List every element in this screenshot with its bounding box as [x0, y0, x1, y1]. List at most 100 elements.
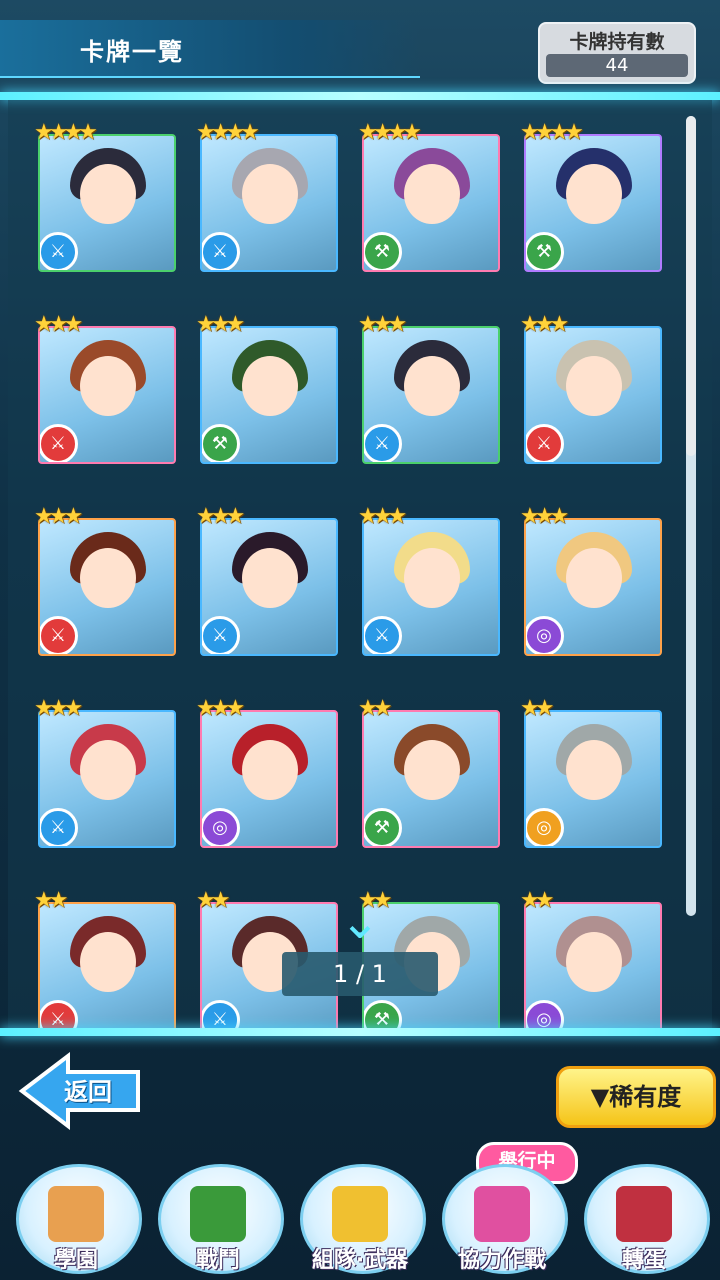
weapon-type-icon: ⚔ — [202, 232, 240, 270]
card-art: ⚔ — [362, 518, 500, 656]
rarity-stars: ★★★ — [196, 504, 245, 529]
rarity-stars: ★★★ — [196, 696, 245, 721]
card-art: ⚔ — [200, 518, 338, 656]
rarity-stars: ★★★★ — [358, 120, 422, 145]
card-item[interactable]: ⚔ ★★ — [34, 888, 176, 1028]
card-art: ⚔ — [38, 710, 176, 848]
weapon-type-icon: ⚔ — [40, 616, 78, 654]
rarity-stars: ★★★ — [520, 312, 569, 337]
nav-battle-button[interactable]: 戰鬥 — [154, 1160, 284, 1280]
nav-team-weapon-button[interactable]: 組隊·武器 — [296, 1160, 426, 1280]
nav-school-button[interactable]: 學園 — [12, 1160, 142, 1280]
character-face — [404, 164, 460, 224]
card-art: ⚒ — [200, 326, 338, 464]
card-item[interactable]: ◎ ★★ — [520, 888, 662, 1028]
scroll-thumb[interactable] — [686, 116, 696, 456]
weapon-type-icon: ⚒ — [526, 232, 564, 270]
weapon-type-icon: ⚔ — [40, 808, 78, 846]
bottom-divider — [0, 1028, 720, 1036]
card-item[interactable]: ⚔ ★★★ — [34, 696, 176, 848]
character-face — [404, 548, 460, 608]
character-face — [566, 740, 622, 800]
weapon-type-icon: ⚒ — [364, 1000, 402, 1028]
card-item[interactable]: ◎ ★★ — [520, 696, 662, 848]
rarity-sort-button[interactable]: ▼稀有度 — [556, 1066, 716, 1128]
card-item[interactable]: ◎ ★★★ — [196, 696, 338, 848]
rarity-stars: ★★★ — [520, 504, 569, 529]
weapon-type-icon: ⚔ — [40, 1000, 78, 1028]
weapon-type-icon: ⚒ — [364, 232, 402, 270]
weapon-type-icon: ◎ — [526, 1000, 564, 1028]
card-art: ◎ — [524, 710, 662, 848]
card-item[interactable]: ⚔ ★★★★ — [34, 120, 176, 272]
nav-gacha-button[interactable]: 轉蛋 — [580, 1160, 710, 1280]
weapon-type-icon: ⚔ — [40, 424, 78, 462]
header-bar: 卡牌一覽 — [0, 20, 420, 78]
character-face — [566, 356, 622, 416]
card-item[interactable]: ⚔ ★★★ — [196, 504, 338, 656]
character-face — [80, 740, 136, 800]
character-face — [404, 740, 460, 800]
card-art: ⚔ — [38, 134, 176, 272]
card-item[interactable]: ⚒ ★★ — [358, 696, 500, 848]
page-indicator: 1 / 1 — [282, 952, 438, 996]
card-item[interactable]: ⚒ ★★★★ — [358, 120, 500, 272]
weapon-type-icon: ⚔ — [364, 424, 402, 462]
card-art: ⚔ — [38, 326, 176, 464]
character-face — [80, 548, 136, 608]
top-divider — [0, 92, 720, 100]
nav-label: 組隊·武器 — [311, 1248, 409, 1273]
character-face — [80, 932, 136, 992]
card-item[interactable]: ⚔ ★★★ — [34, 504, 176, 656]
rarity-stars: ★★ — [358, 696, 393, 721]
character-face — [242, 548, 298, 608]
holding-value: 44 — [546, 54, 688, 77]
rarity-stars: ★★★ — [358, 504, 407, 529]
rarity-stars: ★★★ — [34, 696, 83, 721]
nav-label: 學園 — [53, 1248, 98, 1273]
card-item[interactable]: ⚔ ★★★★ — [196, 120, 338, 272]
card-item[interactable]: ◎ ★★★ — [520, 504, 662, 656]
nav-coop-button[interactable]: 協力作戰 — [438, 1160, 568, 1280]
weapon-type-icon: ⚒ — [364, 808, 402, 846]
battle-icon — [190, 1186, 246, 1242]
weapon-type-icon: ⚔ — [526, 424, 564, 462]
rarity-stars: ★★ — [34, 888, 69, 913]
weapon-type-icon: ⚔ — [202, 616, 240, 654]
weapon-type-icon: ◎ — [526, 808, 564, 846]
scroll-down-icon[interactable]: ⌄ — [324, 898, 396, 946]
weapon-type-icon: ⚔ — [40, 232, 78, 270]
character-face — [80, 164, 136, 224]
card-holding-count: 卡牌持有數 44 — [538, 22, 696, 84]
card-art: ⚔ — [200, 134, 338, 272]
card-art: ⚔ — [38, 902, 176, 1028]
character-face — [242, 164, 298, 224]
scrollbar[interactable] — [686, 116, 696, 916]
card-item[interactable]: ⚔ ★★★ — [358, 504, 500, 656]
nav-label: 轉蛋 — [621, 1248, 666, 1273]
card-grid: ⚔ ★★★★ ⚔ ★★★★ ⚒ ★★★★ ⚒ ★★★★ ⚔ ★★★ ⚒ ★★★ ⚔ ★★★ ⚔ ★★★ ⚔ ★★★… — [8, 100, 712, 1028]
card-item[interactable]: ⚒ ★★★★ — [520, 120, 662, 272]
back-label: 返回 — [64, 1078, 112, 1106]
school-icon — [48, 1186, 104, 1242]
rarity-stars: ★★ — [520, 696, 555, 721]
rarity-stars: ★★★★ — [520, 120, 584, 145]
rarity-stars: ★★ — [196, 888, 231, 913]
character-face — [80, 356, 136, 416]
card-art: ◎ — [524, 518, 662, 656]
card-item[interactable]: ⚔ ★★★ — [520, 312, 662, 464]
card-item[interactable]: ⚔ ★★★ — [358, 312, 500, 464]
team-weapon-icon — [332, 1186, 388, 1242]
rarity-stars: ★★★★ — [196, 120, 260, 145]
rarity-stars: ★★ — [520, 888, 555, 913]
page-title: 卡牌一覽 — [80, 38, 184, 66]
card-item[interactable]: ⚔ ★★★ — [34, 312, 176, 464]
weapon-type-icon: ⚔ — [364, 616, 402, 654]
weapon-type-icon: ⚔ — [202, 1000, 240, 1028]
back-button[interactable]: 返回 — [18, 1051, 142, 1131]
nav-label: 協力作戰 — [457, 1248, 546, 1273]
card-item[interactable]: ⚒ ★★★ — [196, 312, 338, 464]
holding-label: 卡牌持有數 — [569, 31, 665, 53]
weapon-type-icon: ◎ — [202, 808, 240, 846]
coop-icon — [474, 1186, 530, 1242]
